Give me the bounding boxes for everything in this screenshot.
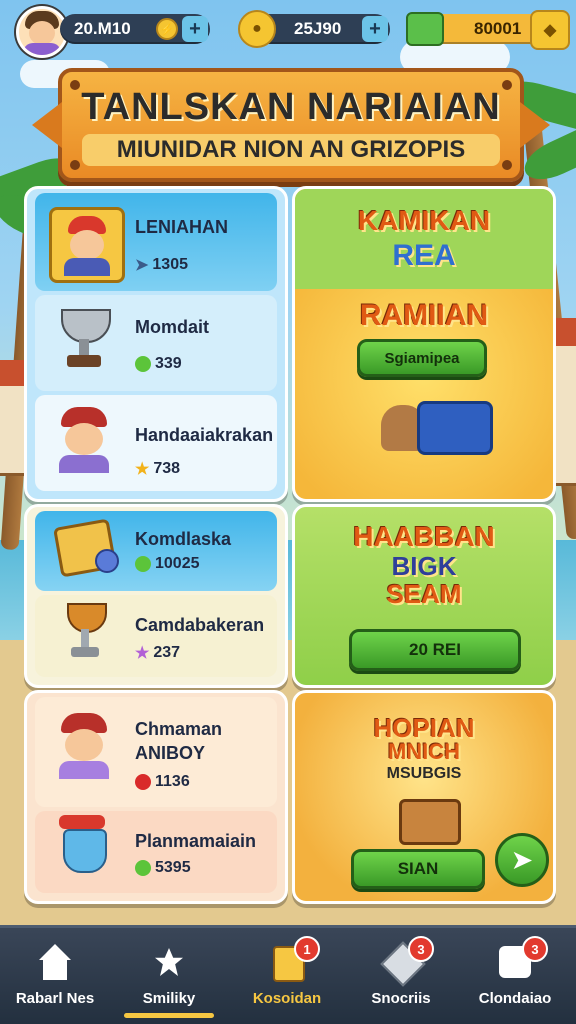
nav-skills[interactable]: Smiliky (114, 936, 224, 1022)
offer-subtitle: MNICH (387, 739, 461, 764)
item-value: 1136 (155, 773, 190, 790)
purple-star-icon: ★ (135, 645, 150, 662)
offer-card-2[interactable]: HAABBAN BIGK SEAM 20 REI (292, 504, 556, 688)
bottom-nav: Rabarl Nes Smiliky 1 Kosoidan 3 Snocriis… (0, 925, 576, 1024)
offer-card-3[interactable]: HOPIAN MNICH MSUBGIS SIAN ➤ (292, 690, 556, 904)
star-icon: ★ (135, 461, 150, 478)
item-label: Planmamaiain (135, 831, 257, 851)
notification-badge: 3 (408, 936, 434, 962)
puzzle-icon (149, 942, 189, 982)
character-portrait-icon (49, 711, 119, 781)
notification-badge: 3 (522, 936, 548, 962)
offer-button[interactable]: Sgiamipea (357, 339, 487, 377)
left-panel-2: Komdlaska 10025 Camdabakeran ★ 237 (24, 504, 288, 688)
item-value: 237 (153, 644, 181, 661)
nav-shop[interactable]: 3 Snocriis (346, 936, 456, 1022)
item-label: Camdabakeran (135, 615, 265, 635)
currency1-value: 20.M10 (74, 19, 131, 38)
list-item[interactable]: Chmaman ANIBOY 1136 (35, 697, 277, 807)
green-gem-icon (135, 860, 151, 876)
item-label: Komdlaska (135, 529, 232, 549)
banner-subtitle: MIUNIDAR NION AN GRIZOPIS (82, 134, 500, 166)
offer-subtitle-2: SEAM (386, 579, 462, 609)
cash-icon (406, 12, 444, 46)
offer-button[interactable]: SIAN (351, 849, 485, 889)
offer-subtitle: REA (392, 239, 456, 272)
nav-more[interactable]: 3 Clondaiao (460, 936, 570, 1022)
treasure-icon (49, 517, 119, 587)
left-panel-3: Chmaman ANIBOY 1136 Planmamaiain 5395 (24, 690, 288, 904)
item-label: LENIAHAN (135, 217, 228, 237)
item-value: 1305 (152, 256, 188, 273)
gold-badge-icon[interactable]: ◆ (530, 10, 570, 50)
currency2-add-button[interactable]: + (362, 16, 388, 42)
arrow-next-icon[interactable]: ➤ (495, 833, 549, 887)
offer-button[interactable]: 20 REI (349, 629, 521, 671)
top-bar: 20.M10 ⚡ + 25J90 + ● 80001 ◆ (10, 6, 570, 58)
item-label: Chmaman (135, 719, 223, 739)
goblet-icon (49, 599, 119, 669)
list-item[interactable]: Camdabakeran ★ 237 (35, 595, 277, 677)
nav-label: Rabarl Nes (15, 990, 95, 1007)
title-banner: TANLSKAN NARIAIAN MIUNIDAR NION AN GRIZO… (58, 68, 524, 182)
list-item[interactable]: Komdlaska 10025 (35, 511, 277, 591)
nav-label: Snocriis (371, 990, 431, 1007)
currency1-pill: 20.M10 ⚡ + (60, 14, 210, 44)
list-item[interactable]: Planmamaiain 5395 (35, 811, 277, 893)
active-indicator (124, 1013, 214, 1018)
red-gem-icon (135, 774, 151, 790)
offer-card-1[interactable]: KAMIKAN REA RAMIIAN Sgiamipea (292, 186, 556, 502)
green-gem-icon (135, 556, 151, 572)
green-gem-icon (135, 356, 151, 372)
offer-subtitle-2: MSUBGIS (386, 765, 462, 782)
item-value: 738 (153, 460, 181, 477)
home-icon (35, 942, 75, 982)
nav-home[interactable]: Rabarl Nes (0, 936, 110, 1022)
nav-tasks[interactable]: 1 Kosoidan (232, 936, 342, 1022)
banner-title: TANLSKAN NARIAIAN (81, 86, 501, 128)
cup-icon (49, 815, 119, 885)
nav-label: Kosoidan (252, 990, 322, 1007)
offer-subtitle: BIGK (391, 551, 457, 581)
gold-coin-icon: ● (238, 10, 276, 48)
bolt-icon: ⚡ (156, 18, 178, 40)
item-value: 339 (155, 355, 182, 372)
item-label-secondary: ANIBOY (135, 743, 206, 763)
item-value: 10025 (155, 555, 200, 572)
character-portrait-icon (49, 405, 119, 475)
dog-chest-icon (381, 395, 493, 455)
arrow-icon: ➤ (135, 257, 149, 274)
item-label: Momdait (135, 317, 209, 337)
list-item[interactable]: Momdait 339 (35, 295, 277, 391)
item-label: Handaaiakrakan (135, 425, 274, 445)
nav-label: Clondaiao (478, 990, 552, 1007)
left-panel-1: LENIAHAN ➤ 1305 Momdait 339 Handaaiakrak… (24, 186, 288, 502)
item-value: 5395 (155, 859, 191, 876)
currency1-add-button[interactable]: + (182, 16, 208, 42)
offer-title: KAMIKAN (357, 205, 491, 236)
offer-title: HAABBAN (353, 521, 495, 552)
crate-icon (399, 799, 461, 845)
notification-badge: 1 (294, 936, 320, 962)
offer-heading: RAMIIAN (359, 299, 489, 332)
nav-label: Smiliky (142, 990, 196, 1007)
list-item[interactable]: LENIAHAN ➤ 1305 (35, 193, 277, 291)
character-portrait-icon (49, 207, 125, 283)
trophy-icon (49, 305, 119, 375)
list-item[interactable]: Handaaiakrakan ★ 738 (35, 395, 277, 491)
